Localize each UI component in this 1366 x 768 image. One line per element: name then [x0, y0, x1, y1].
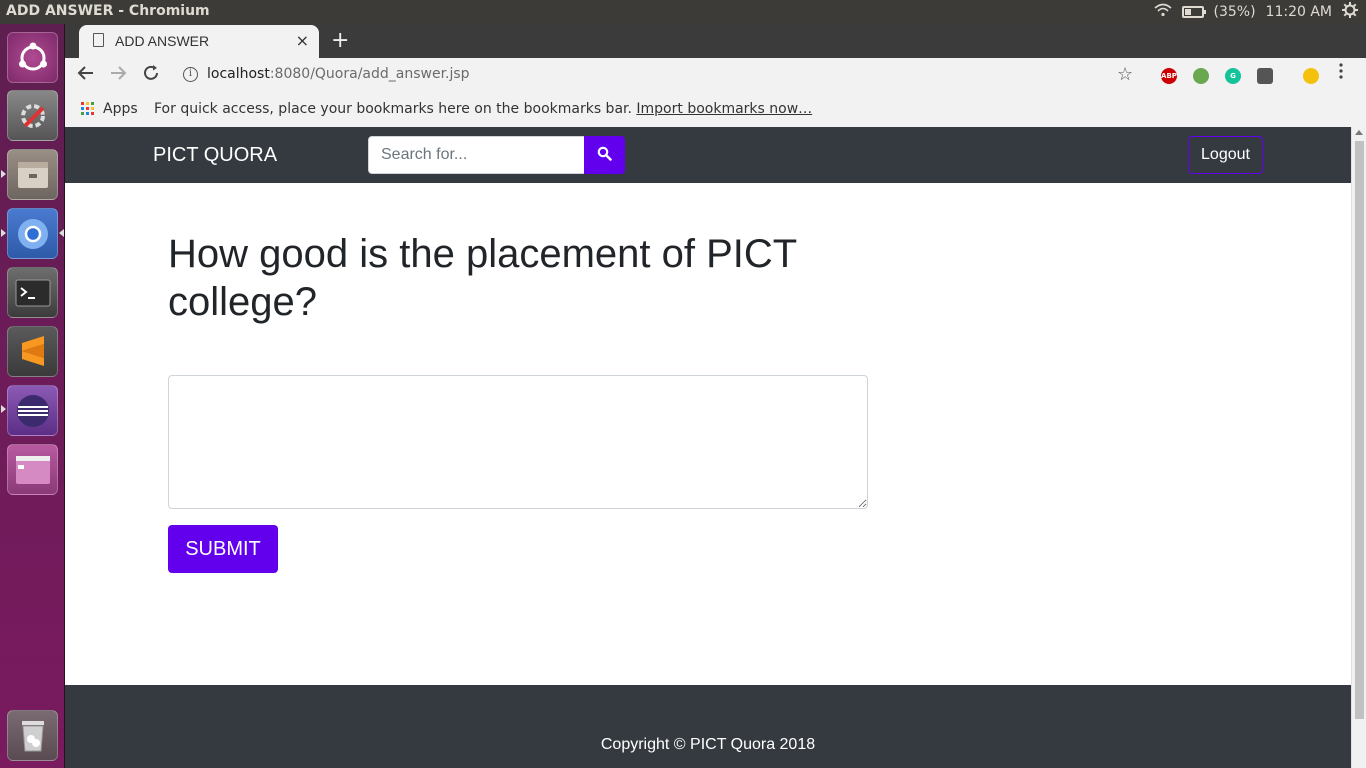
url-text[interactable]: localhost:8080/Quora/add_answer.jsp	[207, 66, 470, 82]
settings-gear-icon[interactable]	[1342, 2, 1358, 22]
bookmark-star-icon[interactable]: ☆	[1117, 64, 1133, 85]
unity-launcher	[0, 24, 65, 768]
clock[interactable]: 11:20 AM	[1266, 4, 1332, 20]
tab-title: ADD ANSWER	[115, 33, 210, 49]
menu-kebab-icon[interactable]	[1338, 62, 1344, 85]
battery-percent: (35%)	[1213, 4, 1256, 20]
eclipse-icon[interactable]	[7, 385, 58, 436]
tab-add-answer[interactable]: ADD ANSWER ×	[79, 25, 319, 58]
bookmarks-hint: For quick access, place your bookmarks h…	[154, 101, 812, 117]
browser-window: ADD ANSWER × + i localhost:8080/Quora/ad…	[65, 24, 1366, 768]
search-button[interactable]	[584, 136, 625, 174]
adblock-plus-icon[interactable]: ABP	[1161, 68, 1177, 84]
answer-textarea[interactable]	[168, 375, 868, 509]
url-path: :8080/Quora/add_answer.jsp	[269, 66, 470, 82]
copyright-text: Copyright © PICT Quora 2018	[600, 736, 816, 753]
files-icon[interactable]	[7, 149, 58, 200]
scrollbar-thumb[interactable]	[1355, 141, 1364, 719]
page-icon	[93, 33, 104, 47]
question-title: How good is the placement of PICT colleg…	[168, 232, 797, 324]
page-scrollbar[interactable]	[1351, 127, 1366, 768]
search-input[interactable]	[368, 136, 585, 174]
system-settings-icon[interactable]	[7, 90, 58, 141]
wifi-icon[interactable]	[1153, 3, 1172, 21]
scroll-up-arrow-icon[interactable]	[1355, 130, 1363, 135]
bookmarks-bar: Apps For quick access, place your bookma…	[65, 94, 1366, 127]
forward-icon[interactable]	[109, 64, 127, 87]
ubuntu-top-panel: ADD ANSWER - Chromium (35%) 11:20 AM	[0, 0, 1366, 24]
terminal-icon[interactable]	[7, 267, 58, 318]
reload-icon[interactable]	[142, 64, 160, 87]
extension-icon[interactable]	[1193, 68, 1209, 84]
running-indicator	[1, 229, 6, 237]
search-icon	[597, 146, 612, 164]
window-title: ADD ANSWER - Chromium	[6, 3, 210, 19]
bookmarks-hint-text: For quick access, place your bookmarks h…	[154, 101, 632, 117]
browser-toolbar: i localhost:8080/Quora/add_answer.jsp ☆ …	[65, 58, 1366, 94]
back-icon[interactable]	[77, 64, 95, 87]
active-indicator	[59, 229, 64, 237]
logout-button[interactable]: Logout	[1188, 136, 1263, 174]
apps-shortcut[interactable]: Apps	[103, 101, 138, 117]
ubuntu-dash-icon[interactable]	[7, 32, 58, 83]
sublime-text-icon[interactable]	[7, 326, 58, 377]
running-indicator	[1, 405, 6, 413]
chromium-icon[interactable]	[7, 208, 58, 259]
url-host: localhost	[207, 66, 270, 82]
grammarly-icon[interactable]: G	[1225, 68, 1241, 84]
extension-icon[interactable]	[1257, 68, 1273, 84]
trash-icon[interactable]	[7, 710, 58, 761]
battery-icon[interactable]	[1181, 6, 1206, 18]
site-footer: Copyright © PICT Quora 2018	[65, 685, 1351, 768]
tab-close-icon[interactable]: ×	[296, 31, 309, 50]
site-brand[interactable]: PICT QUORA	[153, 144, 277, 167]
site-info-icon[interactable]: i	[183, 67, 198, 82]
running-indicator	[1, 170, 6, 178]
page-viewport: PICT QUORA Logout How good is the placem…	[65, 127, 1366, 768]
address-bar[interactable]: i localhost:8080/Quora/add_answer.jsp	[173, 62, 1133, 90]
site-navbar: PICT QUORA Logout	[65, 127, 1351, 183]
new-tab-button[interactable]: +	[331, 28, 349, 53]
submit-button[interactable]: SUBMIT	[168, 525, 278, 573]
emoji-icon[interactable]	[1303, 68, 1319, 84]
apps-grid-icon[interactable]	[81, 102, 94, 115]
panel-indicators: (35%) 11:20 AM	[1153, 2, 1358, 22]
window-app-icon[interactable]	[7, 444, 58, 495]
import-bookmarks-link[interactable]: Import bookmarks now…	[636, 101, 812, 117]
